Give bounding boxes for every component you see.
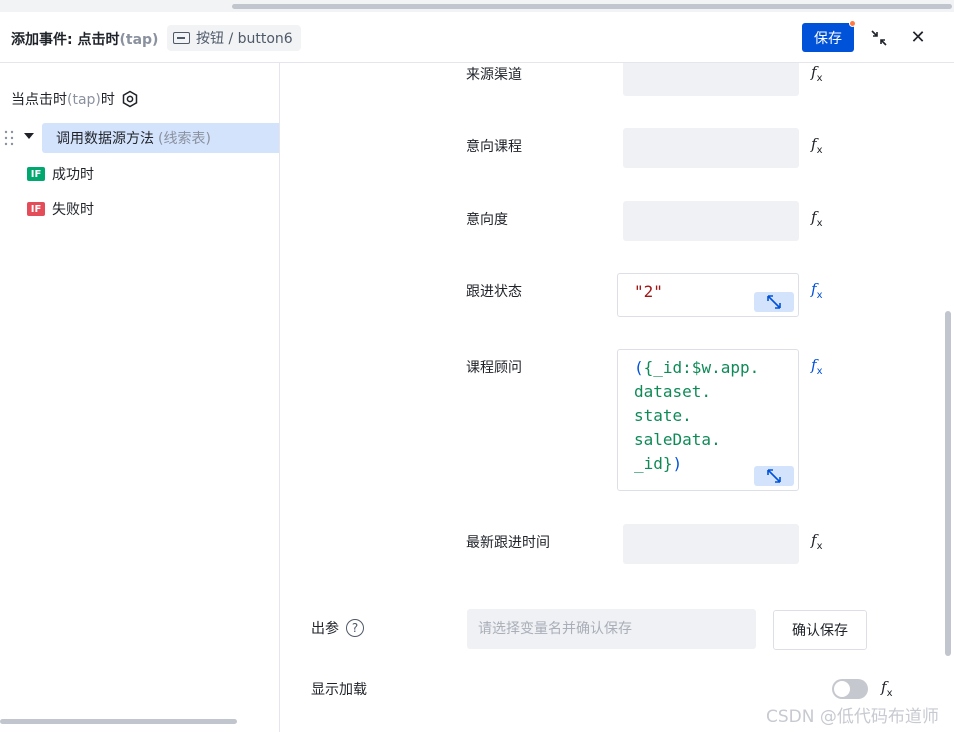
follow-status-value: "2" — [634, 282, 663, 301]
dialog-title-text: 添加事件: 点击时 — [11, 32, 120, 48]
code-line: ({_id:$w.app. — [634, 358, 760, 377]
fx-x: x — [816, 218, 823, 229]
close-icon[interactable]: ✕ — [908, 28, 928, 48]
fx-icon-show-loading[interactable]: fx — [881, 678, 892, 699]
toggle-knob — [834, 681, 850, 697]
fx-x: x — [816, 541, 823, 552]
latest-follow-time-input[interactable] — [623, 524, 799, 564]
field-label-intended-course: 意向课程 — [466, 139, 522, 155]
action-label: 调用数据源方法 — [56, 131, 154, 147]
branch-fail-label: 失败时 — [52, 202, 94, 218]
output-variable-input[interactable] — [467, 609, 756, 649]
event-trigger-tap: (tap) — [67, 92, 101, 108]
watermark: CSDN @低代码布道师 — [766, 707, 939, 727]
expand-icon — [767, 295, 781, 309]
fx-x: x — [816, 73, 823, 84]
fx-icon-follow-status[interactable]: fx — [811, 280, 822, 301]
field-label-follow-status: 跟进状态 — [466, 284, 522, 300]
code-line: state. — [634, 406, 692, 425]
if-fail-badge: IF — [27, 202, 45, 216]
caret-down-icon[interactable] — [24, 133, 34, 139]
component-breadcrumb[interactable]: 按钮 / button6 — [167, 25, 301, 51]
drag-handle-icon[interactable] — [4, 130, 14, 146]
left-scrollbar[interactable] — [0, 719, 237, 724]
fx-icon-intended-course[interactable]: fx — [811, 135, 822, 156]
branch-fail[interactable]: IF 失败时 — [27, 199, 94, 219]
fx-x: x — [886, 688, 893, 699]
event-trigger-label: 当点击时 — [11, 92, 67, 108]
button-component-icon — [173, 32, 190, 44]
if-success-badge: IF — [27, 167, 45, 181]
course-advisor-expression[interactable]: ({_id:$w.app. dataset. state. saleData. … — [617, 349, 799, 491]
event-trigger-suffix: 时 — [100, 92, 115, 108]
dialog-title-tap: (tap) — [119, 32, 159, 48]
show-loading-label: 显示加载 — [311, 682, 367, 698]
collapse-icon[interactable] — [868, 27, 890, 49]
event-flow-panel: 当点击时(tap)时 调用数据源方法 (线索表) IF 成功时 IF 失败时 — [0, 63, 280, 732]
source-channel-input[interactable] — [623, 63, 799, 96]
action-sub-label: (线索表) — [158, 131, 211, 147]
fx-icon-source-channel[interactable]: fx — [811, 63, 822, 84]
intended-course-input[interactable] — [623, 128, 799, 168]
fx-icon-latest-follow-time[interactable]: fx — [811, 531, 822, 552]
expand-editor-button[interactable] — [754, 292, 794, 312]
event-trigger-title: 当点击时(tap)时 — [11, 89, 139, 109]
confirm-save-button[interactable]: 确认保存 — [773, 610, 867, 650]
action-call-datasource[interactable]: 调用数据源方法 (线索表) — [42, 123, 279, 153]
fx-icon-intent-level[interactable]: fx — [811, 208, 822, 229]
output-param-label: 出参 ? — [311, 618, 364, 638]
code-line: dataset. — [634, 382, 712, 401]
intent-level-input[interactable] — [623, 201, 799, 241]
branch-success[interactable]: IF 成功时 — [27, 164, 94, 184]
expand-icon — [767, 469, 781, 483]
field-label-intent-level: 意向度 — [466, 212, 508, 228]
follow-status-expression[interactable]: "2" — [617, 273, 799, 317]
main-scrollbar[interactable] — [945, 311, 951, 656]
fx-x: x — [816, 290, 823, 301]
fx-x: x — [816, 145, 823, 156]
help-icon[interactable]: ? — [346, 619, 364, 637]
settings-hex-icon[interactable] — [121, 90, 139, 108]
expand-editor-button[interactable] — [754, 466, 794, 486]
field-label-latest-follow-time: 最新跟进时间 — [466, 535, 550, 551]
top-scrollbar[interactable] — [0, 0, 954, 12]
top-scrollbar-thumb[interactable] — [232, 4, 952, 9]
dialog-header: 添加事件: 点击时(tap) 按钮 / button6 保存 ✕ — [0, 12, 954, 63]
branch-success-label: 成功时 — [52, 167, 94, 183]
save-button-label: 保存 — [814, 30, 842, 47]
breadcrumb-text: 按钮 / button6 — [196, 31, 293, 47]
fx-x: x — [816, 366, 823, 377]
dialog-title: 添加事件: 点击时(tap) — [11, 29, 158, 49]
params-form: 来源渠道 fx 意向课程 fx 意向度 fx 跟进状态 "2" fx 课程顾问 … — [281, 63, 954, 732]
field-label-course-advisor: 课程顾问 — [466, 360, 522, 376]
field-label-source-channel: 来源渠道 — [466, 67, 522, 83]
unsaved-indicator-dot — [849, 20, 856, 27]
output-label-text: 出参 — [311, 621, 339, 637]
code-line: saleData. — [634, 430, 721, 449]
fx-icon-course-advisor[interactable]: fx — [811, 356, 822, 377]
show-loading-toggle[interactable] — [832, 679, 868, 699]
save-button[interactable]: 保存 — [802, 20, 856, 52]
